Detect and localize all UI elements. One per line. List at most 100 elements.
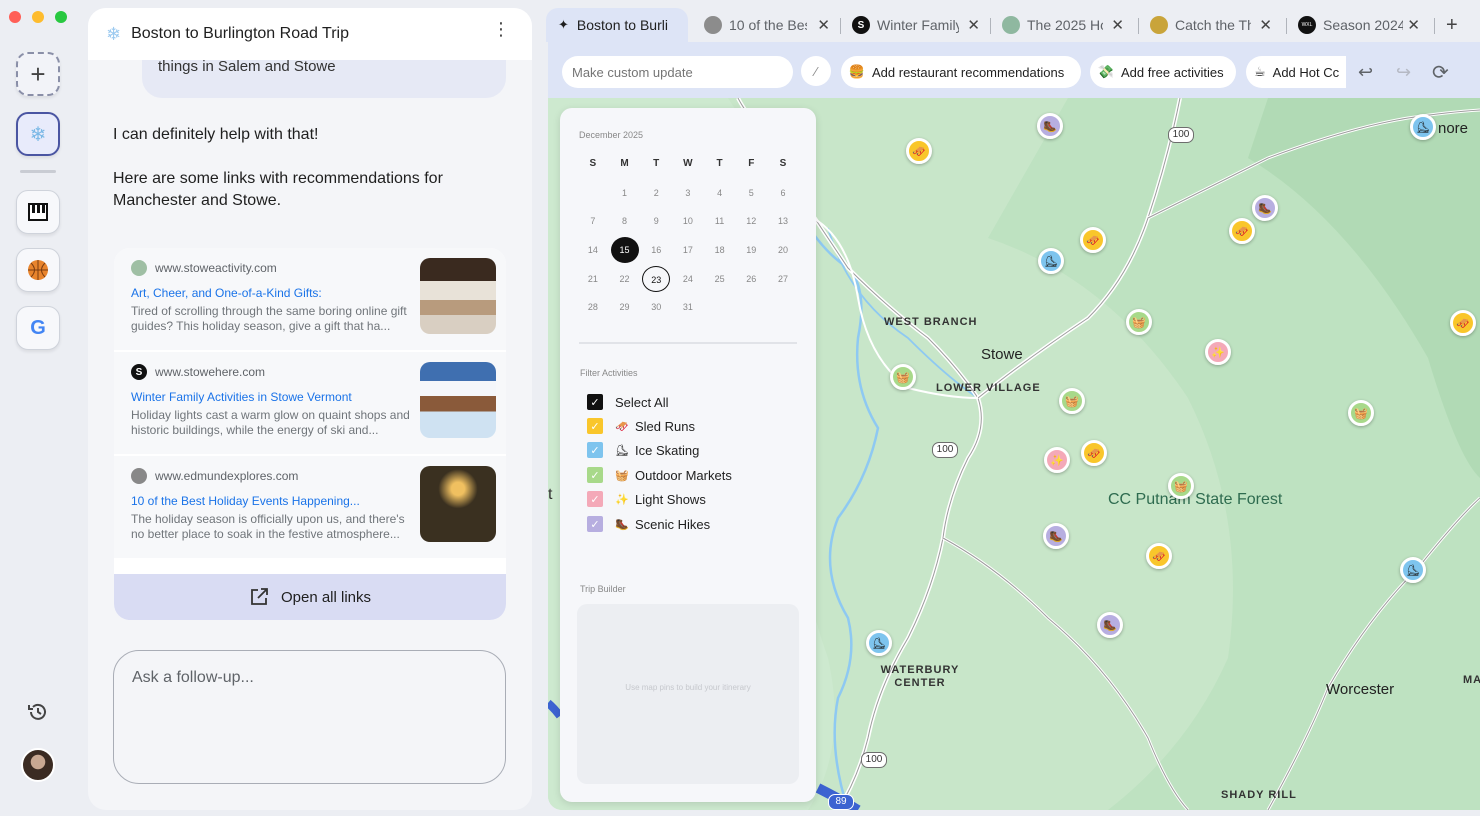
- undo-icon[interactable]: ↩: [1358, 62, 1373, 83]
- map-pin-hike[interactable]: 🥾: [1037, 113, 1063, 139]
- user-avatar[interactable]: [21, 748, 55, 782]
- link-item[interactable]: www.edmundexplores.com 10 of the Best Ho…: [114, 456, 506, 558]
- map-pin-skate[interactable]: ⛸: [1400, 557, 1426, 583]
- close-tab-icon[interactable]: ✕: [1407, 16, 1420, 34]
- filter-ice-skating[interactable]: ✓ ⛸ Ice Skating: [587, 442, 699, 458]
- checkbox-checked-icon[interactable]: ✓: [587, 491, 603, 507]
- calendar-day[interactable]: 16: [640, 237, 672, 263]
- checkbox-checked-icon[interactable]: ✓: [587, 467, 603, 483]
- close-tab-icon[interactable]: ✕: [967, 16, 980, 34]
- window-zoom-dot[interactable]: [55, 11, 67, 23]
- map-pin-sled[interactable]: 🛷: [1229, 218, 1255, 244]
- calendar-day[interactable]: 2: [640, 180, 672, 206]
- magic-wand-button[interactable]: ⁄: [801, 56, 831, 86]
- calendar-day[interactable]: 10: [672, 208, 704, 234]
- calendar-day[interactable]: 11: [704, 208, 736, 234]
- map-pin-market[interactable]: 🧺: [1168, 473, 1194, 499]
- calendar-day[interactable]: 4: [704, 180, 736, 206]
- close-tab-icon[interactable]: ✕: [1111, 16, 1124, 34]
- tab-2025-holiday[interactable]: The 2025 Ho ✕: [1002, 8, 1126, 42]
- map-pin-hike[interactable]: 🥾: [1252, 195, 1278, 221]
- map-pin-sled[interactable]: 🛷: [1081, 440, 1107, 466]
- calendar-day[interactable]: 14: [577, 237, 609, 263]
- checkbox-checked-icon[interactable]: ✓: [587, 516, 603, 532]
- calendar-day[interactable]: 21: [577, 266, 609, 292]
- calendar-day[interactable]: 28: [577, 294, 609, 320]
- map-pin-skate[interactable]: ⛸: [1038, 248, 1064, 274]
- calendar-day[interactable]: 29: [609, 294, 641, 320]
- map-pin-skate[interactable]: ⛸: [866, 630, 892, 656]
- window-minimize-dot[interactable]: [32, 11, 44, 23]
- more-options-icon[interactable]: ⋮: [492, 20, 510, 38]
- calendar-day[interactable]: 26: [735, 266, 767, 292]
- calendar-day-selected[interactable]: 15: [610, 237, 639, 264]
- custom-update-input[interactable]: [562, 56, 793, 88]
- calendar-day[interactable]: 17: [672, 237, 704, 263]
- map-pin-sled[interactable]: 🛷: [1080, 227, 1106, 253]
- add-free-activities-chip[interactable]: 💸 Add free activities: [1090, 56, 1236, 88]
- trip-builder-dropzone[interactable]: Use map pins to build your itinerary: [577, 604, 799, 784]
- calendar-day[interactable]: 22: [609, 266, 641, 292]
- link-title[interactable]: 10 of the Best Holiday Events Happening.…: [131, 494, 360, 508]
- add-hot-cocoa-chip[interactable]: ☕ Add Hot Cc: [1246, 56, 1346, 88]
- link-title[interactable]: Art, Cheer, and One-of-a-Kind Gifts:: [131, 286, 322, 300]
- calendar-day[interactable]: 7: [577, 208, 609, 234]
- calendar-day[interactable]: 3: [672, 180, 704, 206]
- map-pin-hike[interactable]: 🥾: [1043, 523, 1069, 549]
- link-item[interactable]: S www.stowehere.com Winter Family Activi…: [114, 352, 506, 454]
- calendar-day[interactable]: 6: [767, 180, 799, 206]
- filter-sled-runs[interactable]: ✓ 🛷 Sled Runs: [587, 418, 695, 434]
- window-close-dot[interactable]: [9, 11, 21, 23]
- tab-winter-family[interactable]: S Winter Family ✕: [852, 8, 982, 42]
- tab-catch-the[interactable]: Catch the Th ✕: [1150, 8, 1274, 42]
- calendar-day[interactable]: 31: [672, 294, 704, 320]
- calendar-day[interactable]: 18: [704, 237, 736, 263]
- rail-item-piano[interactable]: [16, 190, 60, 234]
- map-pin-market[interactable]: 🧺: [890, 364, 916, 390]
- map-pin-sled[interactable]: 🛷: [1450, 310, 1476, 336]
- map-pin-sled[interactable]: 🛷: [906, 138, 932, 164]
- calendar-day[interactable]: 13: [767, 208, 799, 234]
- map-pin-market[interactable]: 🧺: [1059, 388, 1085, 414]
- close-tab-icon[interactable]: ✕: [1259, 16, 1272, 34]
- calendar-day[interactable]: 12: [735, 208, 767, 234]
- calendar-day[interactable]: 24: [672, 266, 704, 292]
- map-pin-hike[interactable]: 🥾: [1097, 612, 1123, 638]
- calendar-day[interactable]: 19: [735, 237, 767, 263]
- calendar-day[interactable]: 8: [609, 208, 641, 234]
- calendar-day[interactable]: 20: [767, 237, 799, 263]
- map-pin-skate[interactable]: ⛸: [1410, 114, 1436, 140]
- checkbox-checked-icon[interactable]: ✓: [587, 442, 603, 458]
- link-item[interactable]: www.stoweactivity.com Art, Cheer, and On…: [114, 248, 506, 350]
- checkbox-checked-icon[interactable]: ✓: [587, 394, 603, 410]
- history-icon[interactable]: [26, 700, 50, 724]
- filter-select-all[interactable]: ✓ Select All: [587, 394, 668, 410]
- new-item-button[interactable]: +: [16, 52, 60, 96]
- filter-outdoor-markets[interactable]: ✓ 🧺 Outdoor Markets: [587, 467, 732, 483]
- open-all-links-button[interactable]: Open all links: [114, 574, 506, 620]
- checkbox-checked-icon[interactable]: ✓: [587, 418, 603, 434]
- rail-item-basketball[interactable]: [16, 248, 60, 292]
- map-pin-sled[interactable]: 🛷: [1146, 543, 1172, 569]
- refresh-icon[interactable]: ⟳: [1432, 60, 1449, 85]
- map-pin-light[interactable]: ✨: [1044, 447, 1070, 473]
- calendar-day[interactable]: 5: [735, 180, 767, 206]
- filter-scenic-hikes[interactable]: ✓ 🥾 Scenic Hikes: [587, 516, 710, 532]
- calendar-day-highlighted[interactable]: 23: [642, 265, 671, 292]
- rail-item-google[interactable]: G: [16, 306, 60, 350]
- calendar-day[interactable]: 9: [640, 208, 672, 234]
- map-pin-market[interactable]: 🧺: [1126, 309, 1152, 335]
- rail-item-snowflake-trip[interactable]: ❄: [16, 112, 60, 156]
- map-pin-market[interactable]: 🧺: [1348, 400, 1374, 426]
- add-restaurants-chip[interactable]: 🍔 Add restaurant recommendations: [841, 56, 1081, 88]
- calendar-day[interactable]: 27: [767, 266, 799, 292]
- tab-season-2024[interactable]: WXL Season 2024 ✕: [1298, 8, 1422, 42]
- redo-icon[interactable]: ↪: [1396, 62, 1411, 83]
- link-title[interactable]: Winter Family Activities in Stowe Vermon…: [131, 390, 352, 404]
- calendar-day[interactable]: 30: [640, 294, 672, 320]
- calendar-day[interactable]: 25: [704, 266, 736, 292]
- calendar-day[interactable]: 1: [609, 180, 641, 206]
- followup-input[interactable]: Ask a follow-up...: [113, 650, 506, 784]
- map-pin-light[interactable]: ✨: [1205, 339, 1231, 365]
- tab-best-events[interactable]: 10 of the Bes ✕: [704, 8, 832, 42]
